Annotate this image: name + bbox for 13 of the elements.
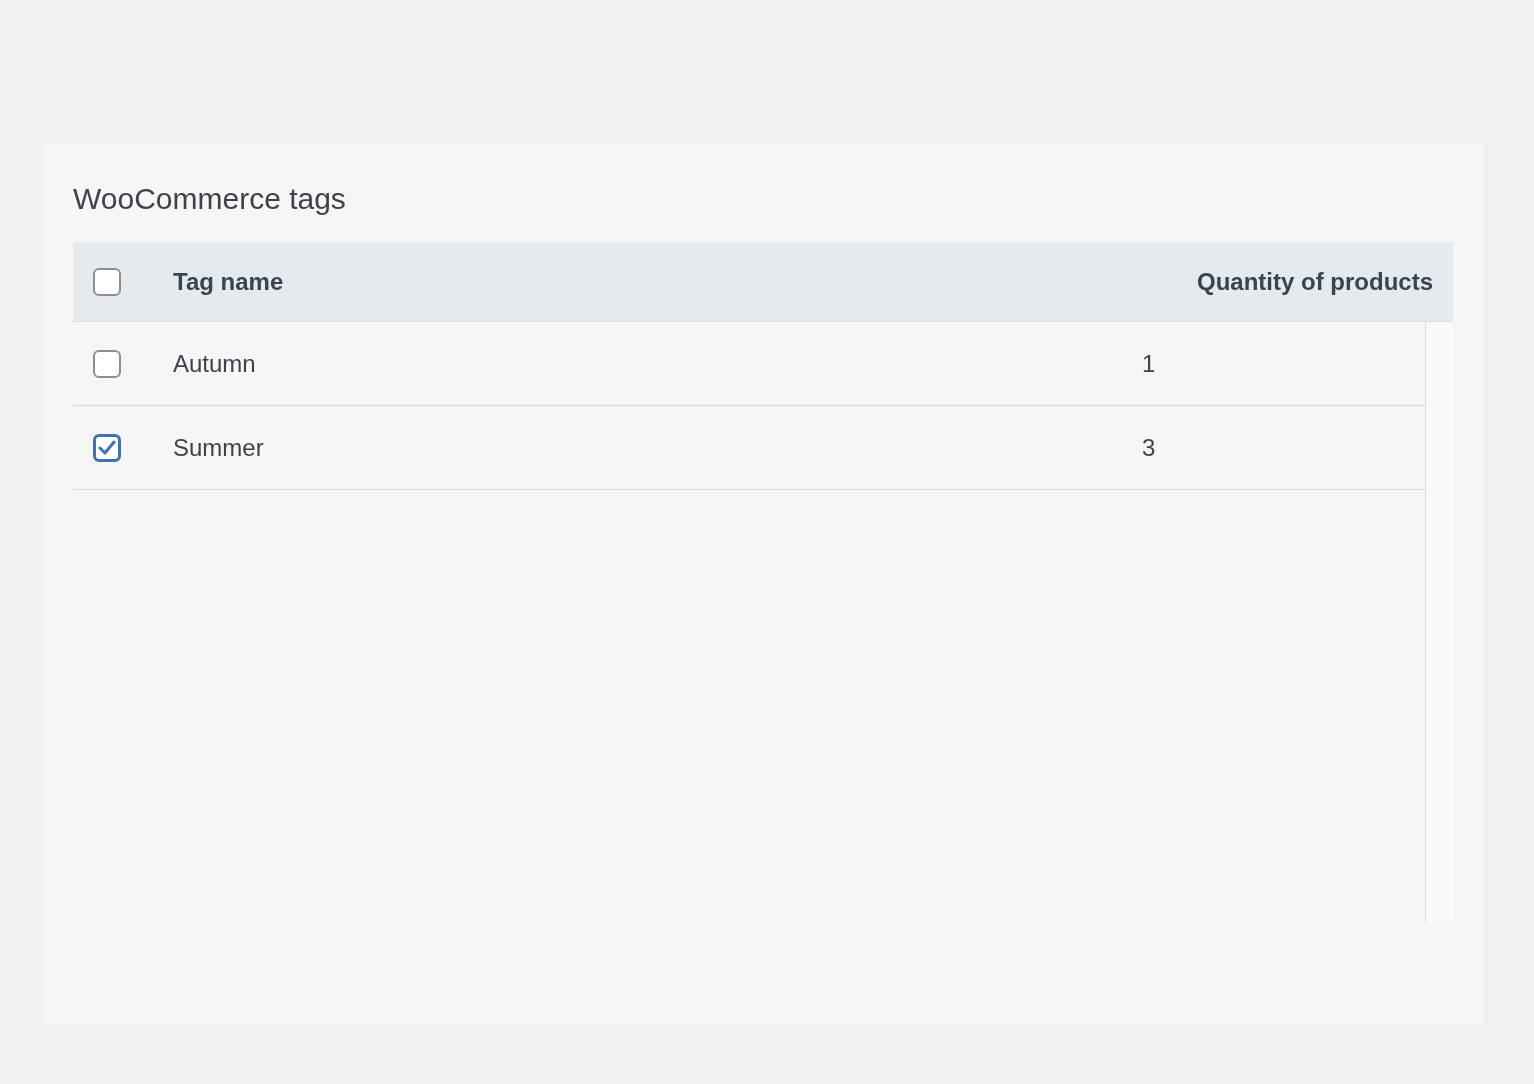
quantity-cell-text: 3 bbox=[1142, 432, 1156, 463]
tag-name-cell-text: Summer bbox=[173, 432, 265, 463]
column-header: Tag name bbox=[173, 266, 285, 297]
checkbox[interactable] bbox=[93, 267, 121, 296]
table-row[interactable]: Autumn 1 bbox=[73, 322, 1425, 406]
column-header: Quantity of products bbox=[1197, 266, 1434, 297]
checkbox[interactable] bbox=[93, 349, 121, 378]
quantity-cell-text: 1 bbox=[1142, 348, 1156, 379]
checkmark-icon bbox=[98, 439, 116, 456]
checkbox[interactable] bbox=[93, 433, 121, 462]
table-row[interactable]: Summer 3 bbox=[73, 406, 1425, 490]
card-title: WooCommerce tags bbox=[73, 181, 347, 217]
tag-name-cell-text: Autumn bbox=[173, 348, 257, 379]
